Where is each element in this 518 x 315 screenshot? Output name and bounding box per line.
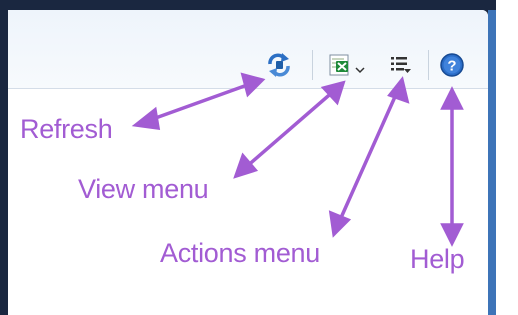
toolbar-separator — [428, 50, 429, 80]
help-icon: ? — [440, 53, 464, 77]
refresh-callout: Refresh — [20, 114, 113, 144]
refresh-icon — [268, 53, 290, 77]
panel-border — [488, 10, 496, 315]
view-menu-button[interactable] — [322, 50, 370, 80]
page-margin — [496, 0, 518, 315]
chevron-down-icon — [355, 67, 365, 74]
actions-menu-callout: Actions menu — [160, 238, 320, 268]
toolbar-separator — [312, 50, 313, 80]
excel-icon — [329, 54, 349, 76]
actions-menu-button[interactable] — [384, 50, 418, 80]
list-menu-icon — [391, 57, 411, 73]
view-menu-callout: View menu — [78, 174, 209, 204]
svg-text:?: ? — [447, 58, 456, 75]
refresh-button[interactable] — [262, 50, 296, 80]
help-callout: Help — [410, 244, 465, 274]
help-button[interactable]: ? — [436, 50, 468, 80]
